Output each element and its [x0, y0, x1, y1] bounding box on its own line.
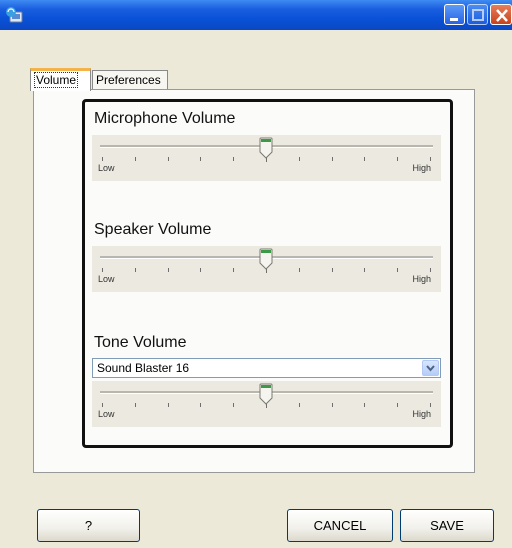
selected-device: Sound Blaster 16 — [97, 361, 190, 375]
slider-tick — [364, 403, 366, 407]
high-label: High — [412, 274, 431, 284]
high-label: High — [412, 409, 431, 419]
cancel-button[interactable]: CANCEL — [287, 509, 393, 542]
slider-tick — [430, 403, 431, 407]
slider-tick — [331, 157, 333, 161]
tone-device-select[interactable]: Sound Blaster 16 — [92, 358, 441, 378]
slider-thumb[interactable] — [259, 383, 273, 405]
slider-tick — [200, 157, 202, 161]
slider-thumb[interactable] — [259, 137, 273, 159]
title-bar[interactable] — [0, 0, 512, 30]
slider-tick — [397, 403, 399, 407]
maximize-icon — [472, 9, 484, 21]
slider-tick — [397, 157, 399, 161]
microphone-volume-title: Microphone Volume — [94, 110, 236, 127]
microphone-volume-slider[interactable]: Low High — [92, 135, 441, 181]
save-button[interactable]: SAVE — [400, 509, 494, 542]
slider-thumb-icon — [259, 248, 273, 270]
help-button[interactable]: ? — [37, 509, 140, 542]
tone-volume-title: Tone Volume — [94, 334, 187, 351]
slider-tick — [397, 268, 399, 272]
slider-tick — [102, 268, 103, 272]
slider-tick — [331, 268, 333, 272]
slider-tick — [233, 403, 235, 407]
slider-tick — [233, 268, 235, 272]
slider-tick — [200, 268, 202, 272]
slider-tick — [167, 157, 169, 161]
slider-tick — [167, 403, 169, 407]
slider-tick — [331, 403, 333, 407]
tone-volume-slider[interactable]: Low High — [92, 381, 441, 427]
app-icon — [6, 7, 23, 23]
slider-tick — [298, 157, 300, 161]
speaker-volume-slider[interactable]: Low High — [92, 246, 441, 292]
slider-tick — [430, 157, 431, 161]
slider-thumb[interactable] — [259, 248, 273, 270]
close-button[interactable] — [490, 4, 512, 25]
chevron-down-icon — [426, 365, 435, 372]
dialog-window: Volume Preferences Microphone Volume Low… — [0, 0, 512, 548]
slider-tick — [364, 268, 366, 272]
tab-volume[interactable]: Volume — [30, 68, 91, 91]
slider-tick — [298, 403, 300, 407]
slider-tick — [430, 268, 431, 272]
maximize-button[interactable] — [467, 4, 488, 25]
close-icon — [496, 9, 508, 22]
speaker-volume-title: Speaker Volume — [94, 221, 212, 238]
slider-tick — [298, 268, 300, 272]
tab-volume-label: Volume — [34, 72, 79, 88]
slider-tick — [102, 403, 103, 407]
dropdown-arrow-button[interactable] — [422, 360, 439, 376]
tab-preferences-label: Preferences — [96, 73, 161, 87]
minimize-button[interactable] — [444, 4, 465, 25]
slider-tick — [102, 157, 103, 161]
slider-tick — [364, 157, 366, 161]
slider-thumb-icon — [259, 137, 273, 159]
high-label: High — [412, 163, 431, 173]
tab-preferences[interactable]: Preferences — [92, 70, 168, 90]
slider-tick — [167, 268, 169, 272]
slider-tick — [134, 268, 136, 272]
slider-tick — [233, 157, 235, 161]
slider-tick — [134, 403, 136, 407]
minimize-icon — [450, 18, 458, 21]
low-label: Low — [98, 409, 115, 419]
slider-thumb-icon — [259, 383, 273, 405]
slider-tick — [200, 403, 202, 407]
low-label: Low — [98, 274, 115, 284]
slider-tick — [134, 157, 136, 161]
low-label: Low — [98, 163, 115, 173]
